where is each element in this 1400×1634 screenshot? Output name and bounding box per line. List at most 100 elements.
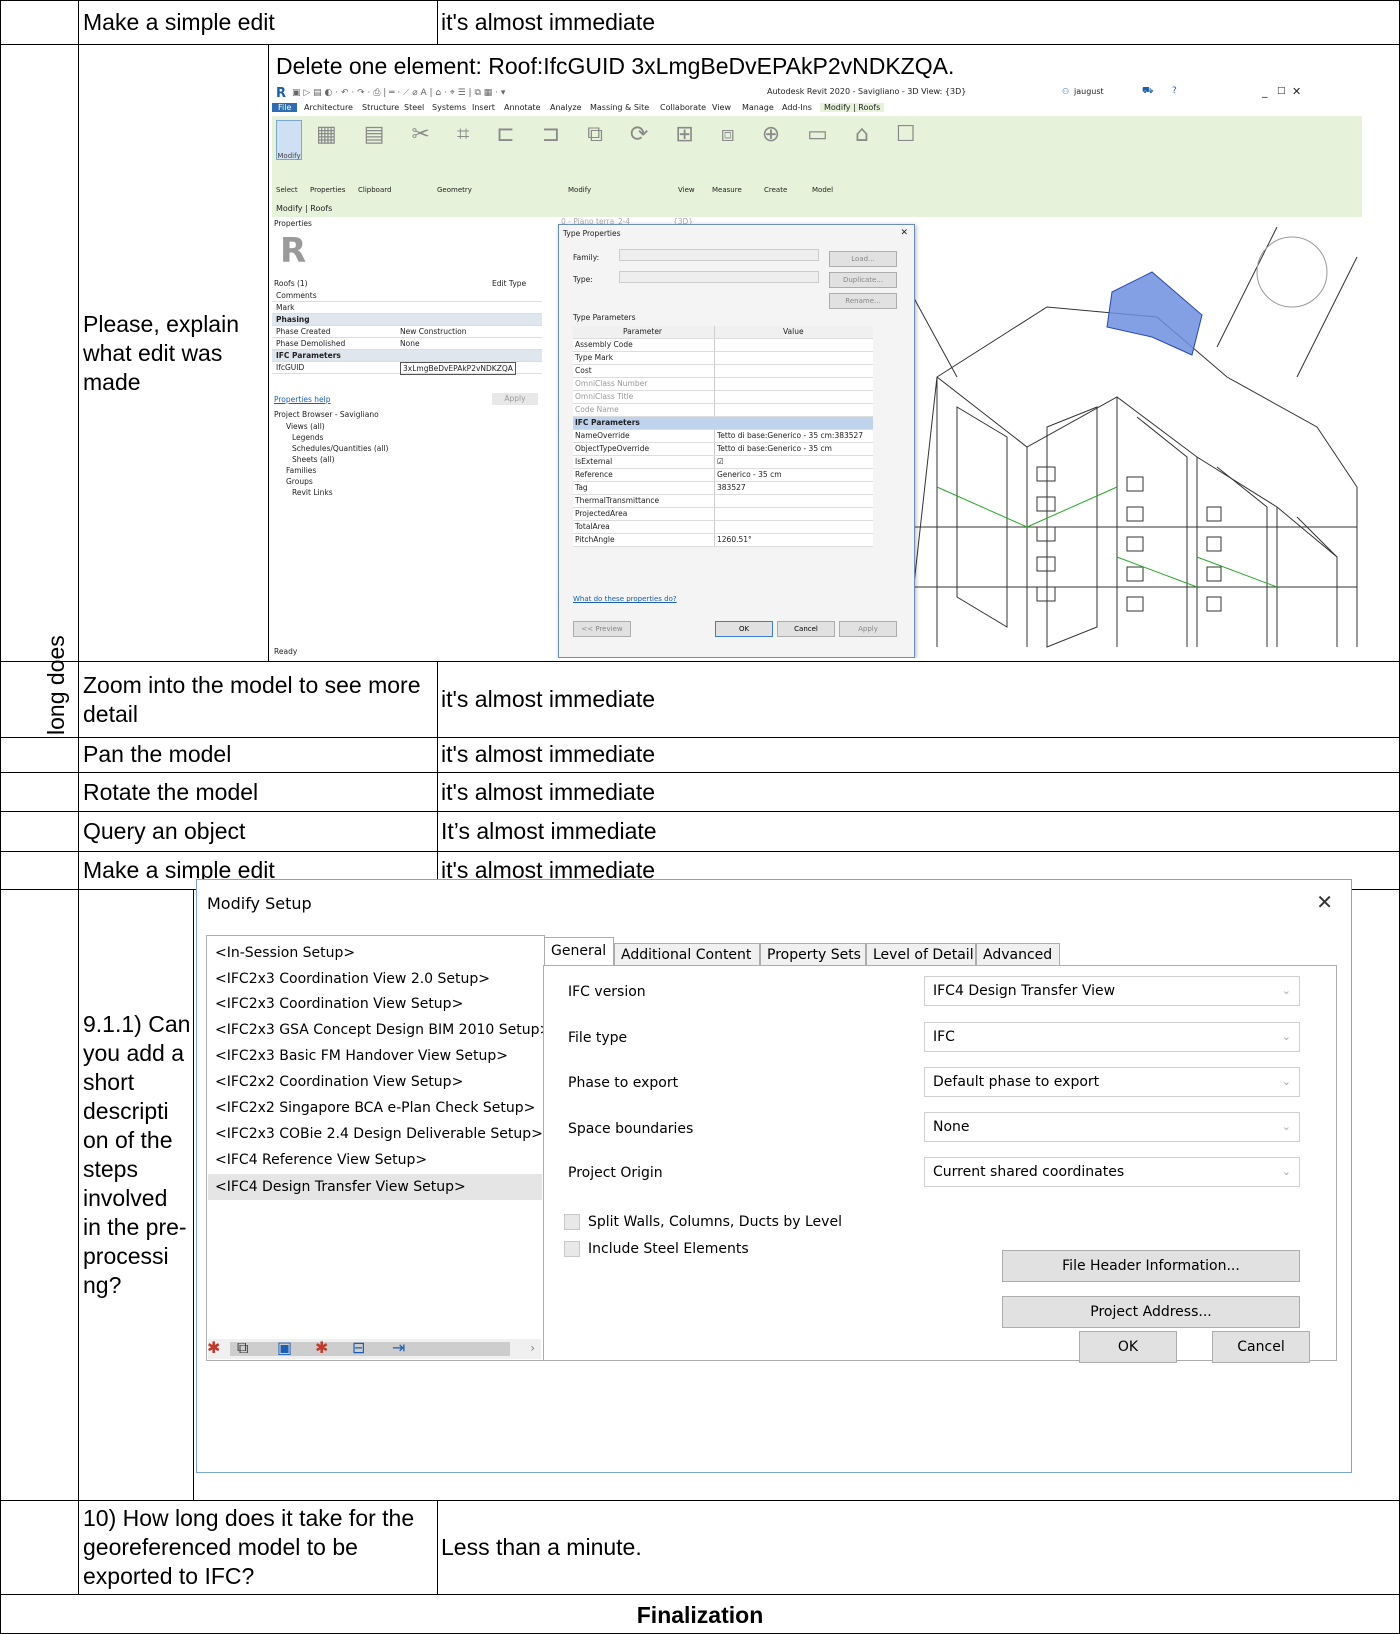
file-header-button[interactable]: File Header Information...	[1002, 1250, 1300, 1282]
browser-item[interactable]: Revit Links	[292, 488, 333, 497]
param-row[interactable]: Cost	[573, 365, 873, 378]
include-steel-checkbox[interactable]	[564, 1241, 580, 1257]
edit-type-button[interactable]: Edit Type	[492, 279, 526, 288]
project-origin-select[interactable]: Current shared coordinates ⌄	[924, 1157, 1300, 1187]
tab-file[interactable]: File	[272, 103, 298, 112]
cancel-button[interactable]: Cancel	[1212, 1331, 1310, 1363]
duplicate-button[interactable]: Duplicate...	[829, 272, 897, 288]
tab-structure[interactable]: Structure	[362, 103, 399, 112]
tab-annotate[interactable]: Annotate	[504, 103, 541, 112]
prop-row[interactable]: Comments	[272, 290, 542, 302]
param-row[interactable]: IsExternal ☑	[573, 456, 873, 469]
tab-analyze[interactable]: Analyze	[550, 103, 582, 112]
param-row[interactable]: Type Mark	[573, 352, 873, 365]
param-row[interactable]: OmniClass Title	[573, 391, 873, 404]
user-name[interactable]: jaugust	[1074, 87, 1104, 96]
prop-section[interactable]: IFC Parameters	[272, 350, 542, 362]
param-row[interactable]: TotalArea	[573, 521, 873, 534]
param-row[interactable]: Code Name	[573, 404, 873, 417]
prop-row[interactable]: Phase Demolished None	[272, 338, 542, 350]
close-icon[interactable]: ✕	[900, 228, 908, 238]
help-link[interactable]: What do these properties do?	[573, 595, 677, 603]
ok-button[interactable]: OK	[1079, 1331, 1177, 1363]
group-select[interactable]: Select	[276, 186, 298, 194]
tab-level-of-detail[interactable]: Level of Detail	[866, 943, 976, 965]
tab-architecture[interactable]: Architecture	[304, 103, 353, 112]
tab-modify-roofs[interactable]: Modify | Roofs	[820, 103, 885, 112]
delete-setup-icon[interactable]: ✱	[315, 1338, 335, 1358]
type-select[interactable]	[619, 271, 819, 283]
tab-systems[interactable]: Systems	[432, 103, 466, 112]
rename-setup-icon[interactable]: ▣	[277, 1338, 297, 1358]
export-setup-icon[interactable]: ⇥	[392, 1338, 412, 1358]
tab-property-sets[interactable]: Property Sets	[760, 943, 866, 965]
apply-button[interactable]: Apply	[839, 621, 897, 637]
param-row[interactable]: Reference Generico - 35 cm	[573, 469, 873, 482]
type-selector[interactable]: Roofs (1)	[274, 279, 308, 288]
prop-row[interactable]: Mark	[272, 302, 542, 314]
tab-additional-content[interactable]: Additional Content	[614, 943, 760, 965]
scroll-right-icon[interactable]: ›	[530, 1341, 535, 1355]
browser-item[interactable]: Schedules/Quantities (all)	[292, 444, 388, 453]
param-row[interactable]: Tag 383527	[573, 482, 873, 495]
browser-item[interactable]: Views (all)	[286, 422, 325, 431]
close-icon[interactable]: ✕	[1316, 890, 1333, 914]
new-setup-icon[interactable]: ✱	[207, 1338, 227, 1358]
param-row[interactable]: NameOverride Tetto di base:Generico - 35 …	[573, 430, 873, 443]
param-row[interactable]: ObjectTypeOverride Tetto di base:Generico…	[573, 443, 873, 456]
prop-row[interactable]: IfcGUID 3xLmgBeDvEPAkP2vNDKZQA	[272, 362, 542, 375]
ribbon-tools[interactable]: ▦ ▤ ✂ ⌗ ⊏ ⊐ ⧉ ⟳ ⊞ ⧈ ⊕ ▭ ⌂ ☐	[316, 122, 926, 147]
setup-item[interactable]: <IFC2x3 Coordination View 2.0 Setup>	[215, 969, 490, 989]
import-setup-icon[interactable]: ⊟	[352, 1338, 372, 1358]
setup-item-selected[interactable]: <IFC4 Design Transfer View Setup>	[208, 1174, 542, 1200]
tab-insert[interactable]: Insert	[472, 103, 495, 112]
ifc-version-select[interactable]: IFC4 Design Transfer View ⌄	[924, 976, 1300, 1006]
family-select[interactable]	[619, 249, 819, 261]
tab-manage[interactable]: Manage	[742, 103, 774, 112]
tab-massing[interactable]: Massing & Site	[590, 103, 649, 112]
prop-section[interactable]: Phasing	[272, 314, 542, 326]
tab-general[interactable]: General	[544, 937, 614, 966]
tab-collaborate[interactable]: Collaborate	[660, 103, 706, 112]
quick-access-toolbar[interactable]: ▣ ▷ ▤ ◐ · ↶ · ↷ · ⎙ | ═ · ⟋ ⌀ A | ⌂ · ⌖ …	[292, 88, 505, 98]
param-row[interactable]: OmniClass Number	[573, 378, 873, 391]
split-walls-checkbox[interactable]	[564, 1214, 580, 1230]
tab-view[interactable]: View	[712, 103, 731, 112]
prop-row[interactable]: Phase Created New Construction	[272, 326, 542, 338]
phase-select[interactable]: Default phase to export ⌄	[924, 1067, 1300, 1097]
tab-addins[interactable]: Add-Ins	[782, 103, 812, 112]
modify-button[interactable]: Modify	[276, 120, 302, 160]
setup-item[interactable]: <In-Session Setup>	[215, 943, 355, 963]
cancel-button[interactable]: Cancel	[777, 621, 835, 637]
maximize-icon[interactable]: □	[1277, 86, 1286, 96]
cart-icon[interactable]: ⛟	[1142, 86, 1153, 97]
setup-item[interactable]: <IFC4 Reference View Setup>	[215, 1150, 427, 1170]
rename-button[interactable]: Rename...	[829, 293, 897, 309]
setup-item[interactable]: <IFC2x3 Basic FM Handover View Setup>	[215, 1046, 508, 1066]
help-icon[interactable]: ?	[1172, 86, 1177, 96]
minimize-icon[interactable]: _	[1262, 85, 1268, 98]
param-row[interactable]: PitchAngle 1260.51°	[573, 534, 873, 547]
user-icon[interactable]: ⚇	[1062, 87, 1069, 96]
preview-button[interactable]: << Preview	[573, 621, 631, 637]
file-type-select[interactable]: IFC ⌄	[924, 1022, 1300, 1052]
param-section[interactable]: IFC Parameters	[573, 417, 873, 430]
ok-button[interactable]: OK	[715, 621, 773, 637]
browser-item[interactable]: Groups	[286, 477, 313, 486]
setup-item[interactable]: <IFC2x2 Singapore BCA e-Plan Check Setup…	[215, 1098, 535, 1118]
horizontal-scrollbar[interactable]: ‹ ›	[208, 1339, 541, 1359]
setup-item[interactable]: <IFC2x3 COBie 2.4 Design Deliverable Set…	[215, 1124, 543, 1144]
tab-advanced[interactable]: Advanced	[976, 943, 1060, 965]
setup-item[interactable]: <IFC2x2 Coordination View Setup>	[215, 1072, 463, 1092]
browser-item[interactable]: Sheets (all)	[292, 455, 335, 464]
duplicate-setup-icon[interactable]: ⧉	[237, 1338, 257, 1358]
param-row[interactable]: Assembly Code	[573, 339, 873, 352]
setup-item[interactable]: <IFC2x3 GSA Concept Design BIM 2010 Setu…	[215, 1020, 551, 1040]
space-boundaries-select[interactable]: None ⌄	[924, 1112, 1300, 1142]
browser-item[interactable]: Legends	[292, 433, 323, 442]
apply-button[interactable]: Apply	[492, 393, 538, 405]
setup-item[interactable]: <IFC2x3 Coordination View Setup>	[215, 994, 463, 1014]
load-button[interactable]: Load...	[829, 251, 897, 267]
selected-roof[interactable]	[1106, 271, 1203, 356]
param-row[interactable]: ProjectedArea	[573, 508, 873, 521]
